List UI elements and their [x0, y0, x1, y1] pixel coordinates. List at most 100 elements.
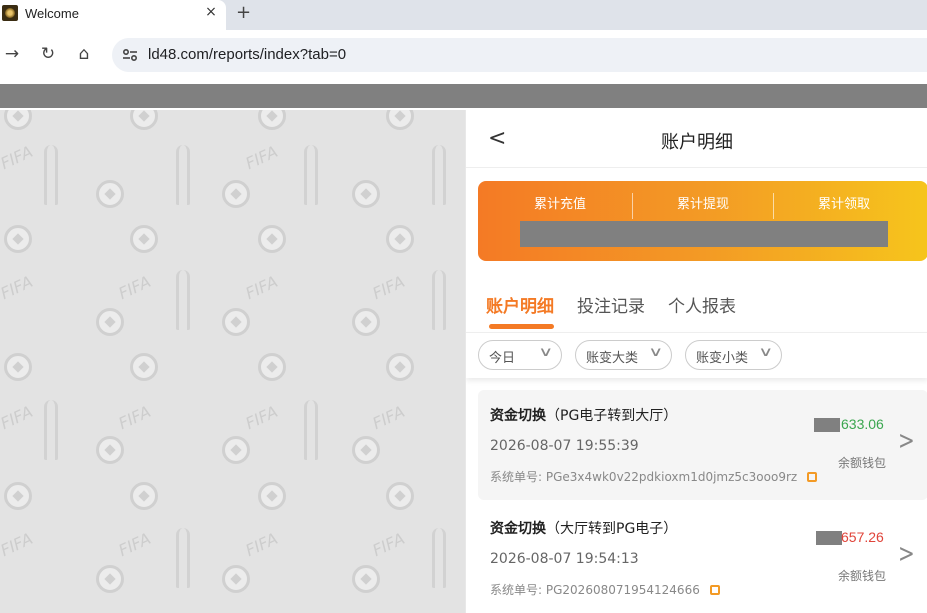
- wallet-type: 余额钱包: [838, 456, 887, 470]
- back-chevron-icon[interactable]: <: [488, 126, 506, 151]
- soccer-ball-icon: [222, 308, 250, 336]
- fifa-watermark: FIFA: [115, 528, 154, 561]
- soccer-ball-icon: [4, 225, 32, 253]
- fifa-watermark: FIFA: [115, 271, 154, 304]
- record-amount: 633.06: [841, 416, 884, 432]
- browser-tab[interactable]: Welcome ×: [0, 0, 226, 30]
- trophy-icon: [304, 400, 318, 460]
- masked-banner: [0, 84, 927, 108]
- fifa-watermark: FIFA: [242, 528, 281, 561]
- summary-card: 累计充值 累计提现 累计领取: [478, 181, 927, 261]
- subcategory-filter-dropdown[interactable]: 账变小类 ∨: [685, 340, 782, 370]
- tab-personal-report[interactable]: 个人报表: [668, 292, 736, 317]
- trophy-icon: [432, 270, 446, 330]
- soccer-ball-icon: [222, 436, 250, 464]
- address-bar[interactable]: ld48.com/reports/index?tab=0: [112, 38, 927, 72]
- trophy-icon: [304, 145, 318, 205]
- soccer-ball-icon: [130, 110, 158, 130]
- reload-icon[interactable]: ↻: [38, 44, 58, 64]
- soccer-ball-icon: [96, 180, 124, 208]
- close-tab-icon[interactable]: ×: [204, 4, 218, 20]
- fifa-watermark: FIFA: [242, 271, 281, 304]
- soccer-ball-icon: [386, 225, 414, 253]
- page-title: 账户明细: [661, 132, 733, 153]
- fifa-watermark: FIFA: [0, 271, 36, 304]
- trophy-icon: [44, 145, 58, 205]
- soccer-ball-icon: [130, 353, 158, 381]
- fifa-watermark: FIFA: [242, 141, 281, 174]
- amount-redacted: [816, 531, 842, 545]
- forward-icon[interactable]: →: [2, 44, 22, 64]
- fifa-watermark: FIFA: [369, 401, 408, 434]
- wallet-type: 余额钱包: [838, 569, 887, 583]
- record-title: 资金切换（PG电子转到大厅）: [490, 405, 677, 425]
- soccer-ball-icon: [258, 482, 286, 510]
- site-settings-icon[interactable]: [122, 47, 138, 63]
- trophy-icon: [176, 270, 190, 330]
- soccer-ball-icon: [96, 565, 124, 593]
- tab-strip: Welcome × +: [0, 0, 927, 30]
- record-detail: （大厅转到PG电子）: [546, 521, 678, 537]
- record-time: 2026-08-07 19:55:39: [490, 438, 639, 454]
- order-number: PGe3x4wk0v22pdkioxm1d0jmz5c3ooo9rz: [545, 470, 798, 484]
- order-label: 系统单号:: [490, 583, 543, 597]
- record-detail: （PG电子转到大厅）: [546, 408, 678, 424]
- summary-values-redacted: [520, 221, 888, 247]
- soccer-ball-icon: [352, 565, 380, 593]
- chevron-right-icon[interactable]: >: [898, 424, 915, 455]
- filter-bar: 今日 ∨ 账变大类 ∨ 账变小类 ∨: [466, 332, 927, 378]
- trophy-icon: [432, 528, 446, 588]
- site-favicon-icon: [2, 5, 18, 21]
- tab-title: Welcome: [25, 6, 79, 21]
- date-filter-dropdown[interactable]: 今日 ∨: [478, 340, 562, 370]
- summary-label-withdraw: 累计提现: [676, 197, 729, 212]
- record-tabs: 账户明细 投注记录 个人报表: [466, 276, 927, 332]
- tab-bet-records[interactable]: 投注记录: [577, 292, 645, 317]
- record-type: 资金切换: [490, 521, 546, 537]
- category-filter-label: 账变大类: [586, 351, 639, 366]
- transaction-record[interactable]: 资金切换（大厅转到PG电子） 2026-08-07 19:54:13 系统单号:…: [478, 503, 927, 613]
- chevron-down-icon: ∨: [758, 345, 774, 360]
- trophy-icon: [176, 145, 190, 205]
- fifa-watermark: FIFA: [369, 528, 408, 561]
- trophy-icon: [176, 528, 190, 588]
- soccer-ball-icon: [130, 482, 158, 510]
- summary-label-claimed: 累计领取: [817, 197, 870, 212]
- account-detail-panel: 账户明细 < 累计充值 累计提现 累计领取 账户明细 投注记录 个人报表 今日 …: [465, 110, 927, 613]
- soccer-ball-icon: [4, 482, 32, 510]
- soccer-ball-icon: [96, 436, 124, 464]
- fifa-watermark: FIFA: [0, 401, 36, 434]
- fifa-watermark: FIFA: [115, 401, 154, 434]
- trophy-icon: [44, 400, 58, 460]
- copy-icon[interactable]: [807, 472, 818, 482]
- soccer-ball-icon: [352, 436, 380, 464]
- tab-account-detail[interactable]: 账户明细: [486, 292, 554, 317]
- category-filter-dropdown[interactable]: 账变大类 ∨: [575, 340, 672, 370]
- home-icon[interactable]: ⌂: [74, 44, 94, 64]
- date-filter-label: 今日: [489, 351, 516, 366]
- soccer-ball-icon: [222, 565, 250, 593]
- record-type: 资金切换: [490, 408, 546, 424]
- record-amount: 657.26: [841, 529, 884, 545]
- chevron-right-icon[interactable]: >: [898, 537, 915, 568]
- soccer-ball-icon: [352, 180, 380, 208]
- soccer-ball-icon: [258, 225, 286, 253]
- chevron-down-icon: ∨: [538, 345, 554, 360]
- fifa-watermark: FIFA: [369, 271, 408, 304]
- transaction-record[interactable]: 资金切换（PG电子转到大厅） 2026-08-07 19:55:39 系统单号:…: [478, 390, 927, 500]
- soccer-ball-icon: [258, 353, 286, 381]
- copy-icon[interactable]: [709, 585, 720, 595]
- soccer-ball-icon: [386, 482, 414, 510]
- trophy-icon: [432, 145, 446, 205]
- fifa-watermark: FIFA: [0, 528, 36, 561]
- panel-header: 账户明细 <: [466, 110, 927, 168]
- url-text[interactable]: ld48.com/reports/index?tab=0: [148, 46, 346, 63]
- record-order: 系统单号: PG202608071954124666: [490, 581, 720, 598]
- soccer-ball-icon: [130, 225, 158, 253]
- amount-redacted: [814, 418, 840, 432]
- order-label: 系统单号:: [490, 470, 543, 484]
- record-order: 系统单号: PGe3x4wk0v22pdkioxm1d0jmz5c3ooo9rz: [490, 468, 818, 485]
- active-tab-indicator: [489, 324, 554, 329]
- soccer-ball-icon: [258, 110, 286, 130]
- new-tab-button[interactable]: +: [236, 2, 251, 23]
